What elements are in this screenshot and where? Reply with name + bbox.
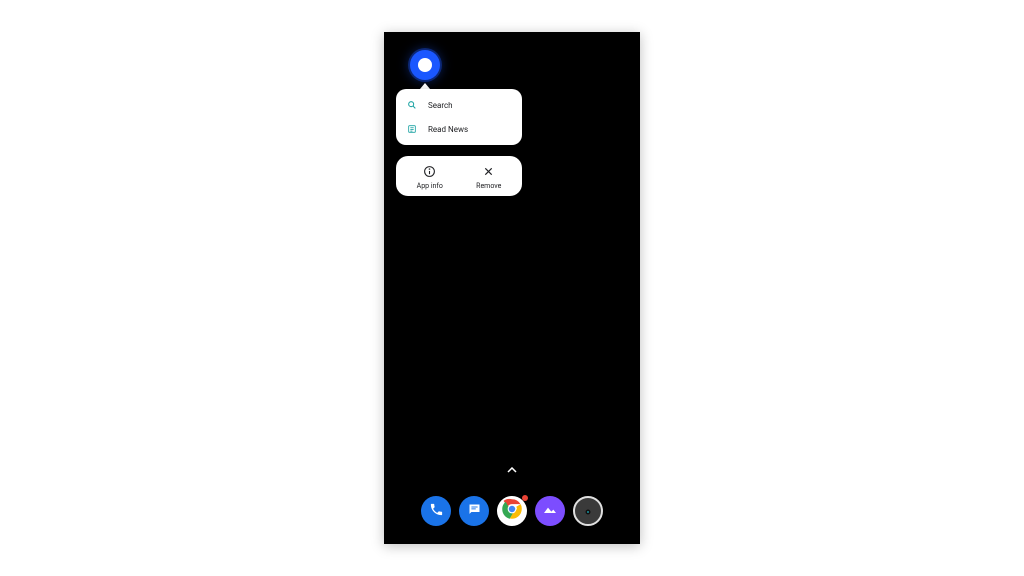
app-drawer-handle[interactable] <box>507 465 517 476</box>
dock-camera[interactable] <box>573 496 603 526</box>
notification-dot-icon <box>522 495 528 501</box>
chrome-icon <box>499 496 525 526</box>
phone-icon <box>429 502 444 521</box>
app-icon-inner <box>418 58 432 72</box>
camera-lens-icon <box>583 502 593 521</box>
close-icon <box>482 164 496 178</box>
messages-icon <box>467 502 482 521</box>
shortcut-search[interactable]: Search <box>396 93 522 117</box>
dock-photos[interactable] <box>535 496 565 526</box>
action-label: Remove <box>476 182 501 190</box>
shortcut-popup: Search Read News <box>396 89 522 145</box>
shortcut-label: Read News <box>428 125 468 134</box>
photos-icon <box>542 501 558 521</box>
android-home-screen: Search Read News App info <box>384 32 640 544</box>
info-icon <box>423 164 437 178</box>
dock <box>384 496 640 526</box>
remove-button[interactable]: Remove <box>476 164 501 190</box>
shortcut-read-news[interactable]: Read News <box>396 117 522 141</box>
dock-messages[interactable] <box>459 496 489 526</box>
shortcut-label: Search <box>428 101 453 110</box>
action-popup: App info Remove <box>396 156 522 196</box>
dock-phone[interactable] <box>421 496 451 526</box>
news-icon <box>406 123 418 135</box>
dock-chrome[interactable] <box>497 496 527 526</box>
search-icon <box>406 99 418 111</box>
app-icon-dragged[interactable] <box>410 50 440 80</box>
action-label: App info <box>417 182 443 190</box>
app-info-button[interactable]: App info <box>417 164 443 190</box>
